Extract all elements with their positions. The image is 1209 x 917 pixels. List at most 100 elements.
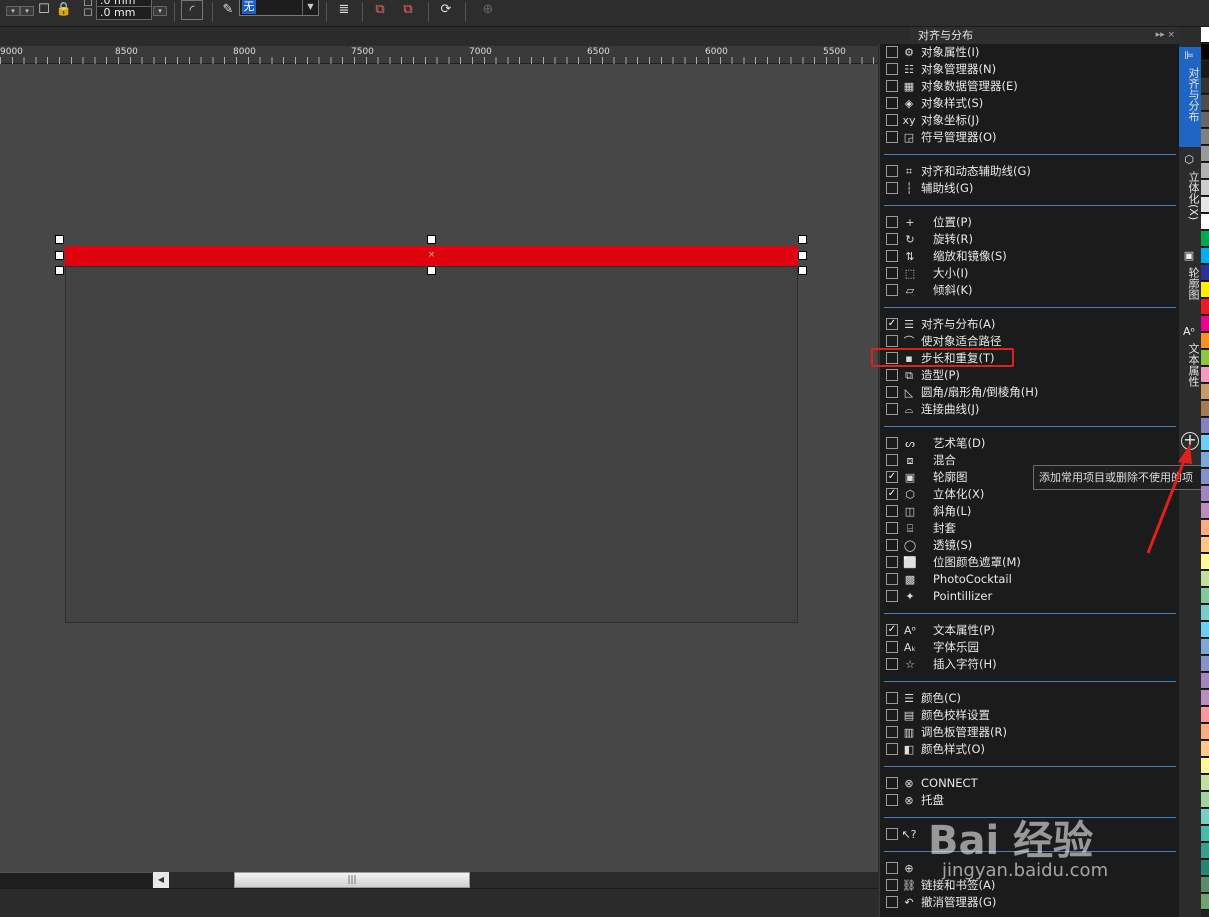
text-wrap-icon[interactable]: ≣ [334, 0, 354, 20]
color-swatch[interactable] [1201, 707, 1209, 723]
color-swatch[interactable] [1201, 282, 1209, 298]
stepper-down[interactable]: ▾ [6, 6, 20, 16]
menu-item-checkbox[interactable] [886, 284, 898, 296]
menu-item-checkbox[interactable] [886, 63, 898, 75]
menu-item-checkbox[interactable] [886, 437, 898, 449]
color-swatch[interactable] [1201, 469, 1209, 485]
menu-item-checkbox[interactable] [886, 777, 898, 789]
menu-item-checkbox[interactable] [886, 522, 898, 534]
menu-item-checkbox[interactable] [886, 692, 898, 704]
color-swatch[interactable] [1201, 146, 1209, 162]
menu-item[interactable]: ✓ Aᵒ 文本属性(P) [880, 622, 1179, 639]
to-back-icon[interactable]: ⧉ [398, 0, 418, 20]
color-swatch[interactable] [1201, 809, 1209, 825]
color-swatch[interactable] [1201, 673, 1209, 689]
selection-handle[interactable] [55, 266, 64, 275]
selection-handle[interactable] [427, 235, 436, 244]
drawing-canvas[interactable]: × [0, 64, 878, 872]
color-swatch[interactable] [1201, 129, 1209, 145]
color-swatch[interactable] [1201, 384, 1209, 400]
color-swatch[interactable] [1201, 112, 1209, 128]
color-swatch[interactable] [1201, 843, 1209, 859]
menu-item-checkbox[interactable] [886, 590, 898, 602]
menu-item[interactable]: ↶ 撤消管理器(G) [880, 894, 1179, 911]
menu-item-checkbox[interactable]: ✓ [886, 488, 898, 500]
selection-handle[interactable] [798, 251, 807, 260]
menu-item-checkbox[interactable]: ✓ [886, 318, 898, 330]
color-swatch[interactable] [1201, 877, 1209, 893]
corner-radius-bottom-input[interactable]: .0 mm [96, 6, 152, 20]
color-swatch[interactable] [1201, 639, 1209, 655]
color-swatch[interactable] [1201, 588, 1209, 604]
menu-item-checkbox[interactable] [886, 879, 898, 891]
color-swatch[interactable] [1201, 775, 1209, 791]
menu-item[interactable]: ⊗ 托盘 [880, 792, 1179, 809]
color-swatch[interactable] [1201, 27, 1209, 43]
menu-item-checkbox[interactable] [886, 97, 898, 109]
color-swatch[interactable] [1201, 163, 1209, 179]
tab-text-properties[interactable]: Aᵒ 文本属性 [1179, 323, 1201, 415]
color-swatch[interactable] [1201, 231, 1209, 247]
menu-item[interactable]: ⊗ CONNECT [880, 775, 1179, 792]
menu-item-checkbox[interactable] [886, 828, 898, 840]
menu-item-checkbox[interactable] [886, 573, 898, 585]
menu-item[interactable]: ◯ 透镜(S) [880, 537, 1179, 554]
to-front-icon[interactable]: ⧉ [370, 0, 390, 20]
menu-item[interactable]: ᔕ 艺术笔(D) [880, 435, 1179, 452]
menu-item[interactable]: + 位置(P) [880, 214, 1179, 231]
menu-item-checkbox[interactable] [886, 896, 898, 908]
menu-item-checkbox[interactable] [886, 658, 898, 670]
menu-item[interactable]: ⇅ 缩放和镜像(S) [880, 248, 1179, 265]
menu-item[interactable]: xy 对象坐标(J) [880, 112, 1179, 129]
convert-curve-icon[interactable]: ⟳ [436, 0, 456, 20]
color-swatch[interactable] [1201, 690, 1209, 706]
color-swatch[interactable] [1201, 894, 1209, 910]
tab-contour[interactable]: ▣ 轮廓图 [1179, 247, 1201, 319]
menu-item[interactable]: ✦ Pointillizer [880, 588, 1179, 605]
menu-item[interactable]: ⊕ [880, 860, 1179, 877]
color-palette[interactable] [1201, 27, 1209, 917]
color-swatch[interactable] [1201, 656, 1209, 672]
color-swatch[interactable] [1201, 758, 1209, 774]
docker-controls[interactable]: ▸▸ × [1156, 27, 1175, 44]
pen-icon[interactable]: ✎ [218, 0, 238, 20]
menu-item-checkbox[interactable] [886, 505, 898, 517]
color-swatch[interactable] [1201, 350, 1209, 366]
horizontal-scrollbar[interactable]: ◀ ||| [0, 872, 878, 888]
menu-item-checkbox[interactable] [886, 862, 898, 874]
menu-item[interactable]: ◈ 对象样式(S) [880, 95, 1179, 112]
menu-item-checkbox[interactable] [886, 233, 898, 245]
scroll-left-button[interactable]: ◀ [153, 872, 169, 888]
menu-item-checkbox[interactable] [886, 743, 898, 755]
color-swatch[interactable] [1201, 724, 1209, 740]
horizontal-ruler[interactable]: 9000 8500 8000 7500 7000 6500 6000 5500 [0, 46, 878, 64]
menu-item-checkbox[interactable] [886, 80, 898, 92]
selection-handle[interactable] [798, 235, 807, 244]
scrollbar-thumb[interactable]: ||| [234, 872, 470, 888]
menu-item[interactable]: ▤ 颜色校样设置 [880, 707, 1179, 724]
menu-item[interactable]: ◧ 颜色样式(O) [880, 741, 1179, 758]
menu-item-checkbox[interactable] [886, 641, 898, 653]
color-swatch[interactable] [1201, 622, 1209, 638]
color-swatch[interactable] [1201, 741, 1209, 757]
menu-item[interactable]: ⌓ 连接曲线(J) [880, 401, 1179, 418]
color-swatch[interactable] [1201, 61, 1209, 77]
menu-item[interactable]: ☰ 颜色(C) [880, 690, 1179, 707]
menu-item-checkbox[interactable] [886, 369, 898, 381]
menu-item[interactable]: ⌗ 对齐和动态辅助线(G) [880, 163, 1179, 180]
menu-item[interactable]: ⛓ 链接和书签(A) [880, 877, 1179, 894]
menu-item-checkbox[interactable] [886, 726, 898, 738]
menu-item-checkbox[interactable] [886, 794, 898, 806]
menu-item[interactable]: Aₖ 字体乐园 [880, 639, 1179, 656]
color-swatch[interactable] [1201, 316, 1209, 332]
menu-item-checkbox[interactable] [886, 267, 898, 279]
color-swatch[interactable] [1201, 537, 1209, 553]
color-swatch[interactable] [1201, 299, 1209, 315]
menu-item[interactable]: ✓ ☰ 对齐与分布(A) [880, 316, 1179, 333]
color-swatch[interactable] [1201, 860, 1209, 876]
menu-item[interactable]: ⌸ 封套 [880, 520, 1179, 537]
menu-item[interactable]: ▱ 倾斜(K) [880, 282, 1179, 299]
menu-item[interactable]: ⬚ 大小(I) [880, 265, 1179, 282]
menu-item[interactable]: ⚙ 对象属性(I) [880, 44, 1179, 61]
corner-scale-icon[interactable]: ◜ [181, 0, 203, 20]
